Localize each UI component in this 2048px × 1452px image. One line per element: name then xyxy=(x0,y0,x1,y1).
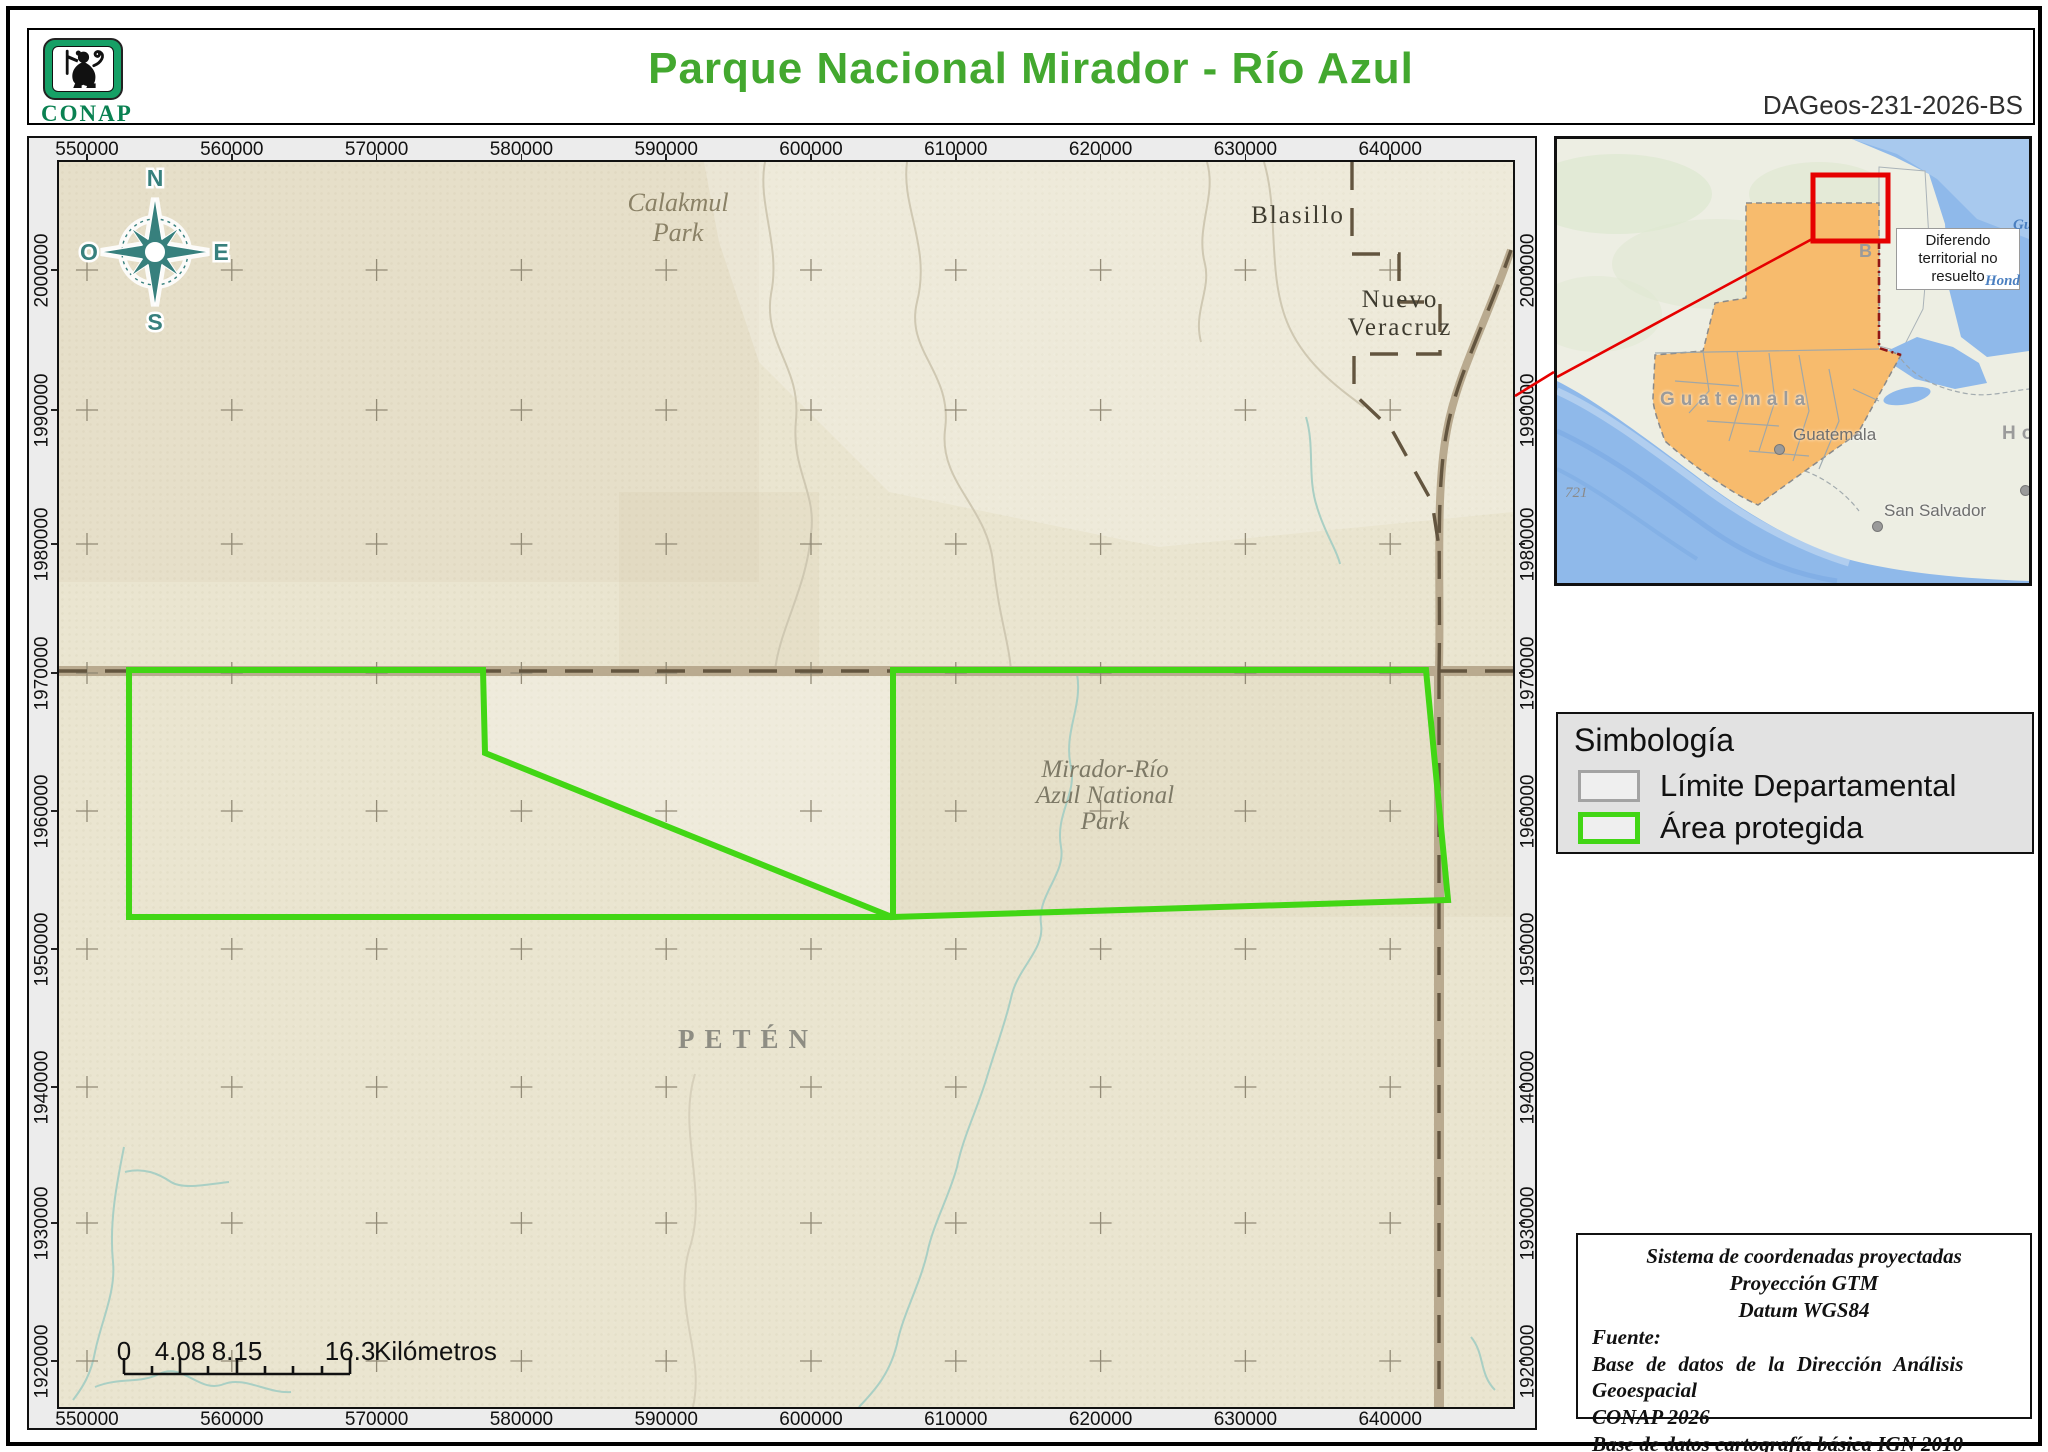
grid-label-left: 2000000 xyxy=(31,233,53,308)
main-map-block: 550000 550000 560000 560000 570000 570000 5800… xyxy=(27,136,1539,1430)
source-line-3: Base de datos cartografía básica IGN 201… xyxy=(1592,1432,1963,1452)
crs-line: Sistema de coordenadas proyectadas xyxy=(1646,1244,1962,1268)
grid-tick-right xyxy=(1519,948,1525,950)
grid-label-left: 1990000 xyxy=(31,373,53,448)
compass-s: S xyxy=(147,309,162,335)
grid-label-left: 1950000 xyxy=(31,912,53,987)
grid-label-bottom: 630000 xyxy=(1213,1409,1278,1430)
grid-tick-right xyxy=(1519,269,1525,271)
label-blasillo: Blasillo xyxy=(1251,202,1345,229)
label-mirador-park: Mirador-Río Azul National Park xyxy=(1035,756,1175,835)
departmental-limit-swatch xyxy=(1578,770,1640,802)
logo-text: CONAP xyxy=(41,101,133,126)
grid-tick-right xyxy=(1519,810,1525,812)
document-id: DAGeos-231-2026-BS xyxy=(1762,90,2023,120)
compass-rose: N E S O xyxy=(78,163,232,338)
legend-title: Simbología xyxy=(1574,722,1735,758)
legend-label: Área protegida xyxy=(1660,810,1864,845)
grid-label-left: 1980000 xyxy=(31,507,53,582)
inset-elevation-label: 721 xyxy=(1565,485,1588,501)
header: CONAP Parque Nacional Mirador - Río Azul… xyxy=(27,28,2035,126)
inset-label-capital: Guatemala xyxy=(1793,425,1877,444)
grid-label-bottom: 550000 xyxy=(55,1409,119,1430)
map-document-page: CONAP Parque Nacional Mirador - Río Azul… xyxy=(0,0,2048,1452)
inset-label-honduras: Ho xyxy=(2002,423,2029,444)
scalebar-unit: Kilómetros xyxy=(374,1336,497,1366)
map-canvas xyxy=(59,162,1513,1407)
grid-tick-right xyxy=(1519,409,1525,411)
inset-label-san-salvador: San Salvador xyxy=(1884,501,1987,520)
grid-label-bottom: 580000 xyxy=(489,1409,554,1430)
grid-label-left: 1960000 xyxy=(31,774,53,849)
source-line-1: Base de datos de la Dirección Análisis G… xyxy=(1592,1351,1964,1403)
label-calakmul-park: Calakmul Park xyxy=(627,188,729,247)
inset-gulf-label-1: Gu xyxy=(2013,217,2032,233)
label-peten: PETÉN xyxy=(677,1024,819,1054)
grid-tick-right xyxy=(1519,1086,1525,1088)
legend: Simbología Límite Departamental Área pro… xyxy=(1556,712,2034,854)
grid-label-left: 1970000 xyxy=(31,636,53,711)
inset-label-country: Guatemala xyxy=(1660,389,1812,410)
map-info-box: Sistema de coordenadas proyectadas Proye… xyxy=(1576,1233,2032,1452)
compass-e: E xyxy=(213,239,228,265)
projection-line: Proyección GTM xyxy=(1729,1270,1879,1295)
inset-label-belize: B xyxy=(1859,241,1875,261)
grid-tick-right xyxy=(1519,672,1525,674)
source-label: Fuente: xyxy=(1592,1324,1661,1349)
inset-gulf-label-2: Hond xyxy=(1985,273,2021,289)
grid-label-bottom: 610000 xyxy=(924,1409,988,1430)
source-line-2: CONAP 2026 xyxy=(1592,1405,1710,1430)
terrain-patches xyxy=(59,162,1513,917)
legend-label: Límite Departamental xyxy=(1660,768,1957,803)
stream-south-center xyxy=(683,1073,697,1407)
main-map: N E S O Calakmul Park Blasillo Nuevo Ver… xyxy=(57,160,1515,1409)
grid-label-left: 1920000 xyxy=(31,1324,53,1399)
compass-o: O xyxy=(80,239,98,265)
datum-line: Datum WGS84 xyxy=(1738,1297,1870,1322)
grid-tick-right xyxy=(1519,543,1525,545)
grid-label-bottom: 640000 xyxy=(1358,1409,1422,1430)
page-title: Parque Nacional Mirador - Río Azul xyxy=(648,44,1414,93)
legend-item-area: Área protegida xyxy=(1578,810,1863,846)
san-salvador-dot xyxy=(1872,521,1883,532)
label-nuevo-veracruz: Nuevo Veracruz xyxy=(1347,286,1453,341)
overview-inset-map: B Diferendo territorial no resuelto Guat… xyxy=(1554,136,2032,586)
protected-area-swatch xyxy=(1578,812,1640,844)
compass-n: N xyxy=(147,165,164,191)
river-branch xyxy=(124,1169,230,1188)
river-small xyxy=(1470,1336,1496,1391)
city-dot-east xyxy=(2020,485,2029,496)
grid-label-bottom: 590000 xyxy=(634,1409,698,1430)
scalebar-0: 0 xyxy=(116,1336,132,1366)
grid-label-bottom: 600000 xyxy=(779,1409,843,1430)
grid-label-bottom: 560000 xyxy=(200,1409,264,1430)
scalebar-16: 16.3 xyxy=(324,1336,376,1366)
grid-tick-right xyxy=(1519,1360,1525,1362)
scalebar-4: 4.08 xyxy=(154,1336,206,1366)
grid-label-bottom: 620000 xyxy=(1068,1409,1133,1430)
grid-tick-right xyxy=(1519,1222,1525,1224)
scalebar-8: 8.15 xyxy=(211,1336,263,1366)
grid-label-left: 1940000 xyxy=(31,1050,53,1125)
capital-city-dot xyxy=(1774,444,1785,455)
grid-label-bottom: 570000 xyxy=(344,1409,409,1430)
grid-label-left: 1930000 xyxy=(31,1186,53,1261)
legend-item-limite: Límite Departamental xyxy=(1578,768,1956,804)
